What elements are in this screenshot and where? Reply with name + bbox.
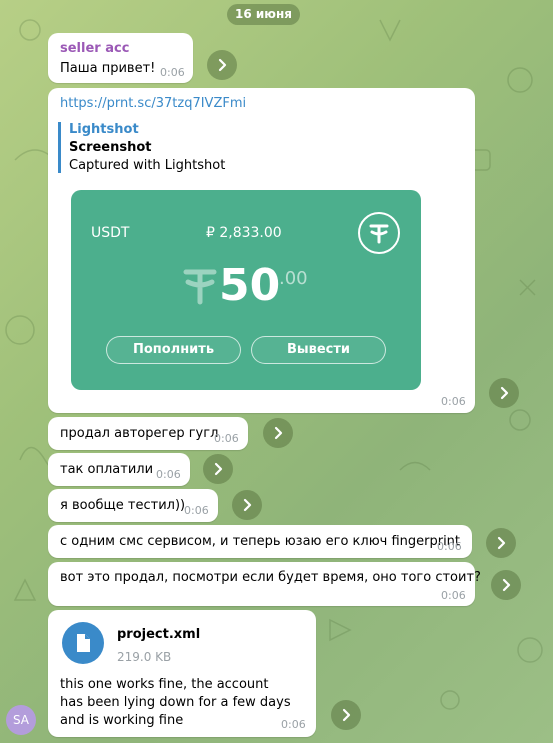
forward-button[interactable] — [486, 528, 516, 558]
message-text: Паша привет! — [60, 61, 156, 76]
preview-site-name: Lightshot — [69, 122, 139, 137]
message-text: вот это продал, посмотри если будет врем… — [60, 570, 481, 585]
card-balance: ₽ 2,833.00 — [206, 225, 282, 241]
sender-name[interactable]: seller acc — [60, 41, 129, 56]
file-name[interactable]: project.xml — [117, 627, 200, 642]
message-time: 0:06 — [184, 504, 209, 517]
message-text: продал авторегер гугл — [60, 426, 219, 441]
deposit-button[interactable]: Пополнить — [106, 336, 241, 364]
link-preview[interactable]: Lightshot Screenshot Captured with Light… — [58, 122, 428, 173]
forward-arrow-icon — [274, 426, 283, 440]
forward-arrow-icon — [214, 462, 223, 476]
document-icon — [77, 634, 90, 652]
forward-button[interactable] — [491, 570, 521, 600]
forward-button[interactable] — [203, 454, 233, 484]
message-bubble[interactable]: я вообще тестил)) 0:06 — [48, 489, 218, 522]
message-text: я вообще тестил)) — [60, 498, 186, 513]
message-bubble[interactable]: seller acc Паша привет! 0:06 — [48, 33, 193, 83]
tether-symbol-icon — [183, 266, 217, 310]
message-bubble[interactable]: вот это продал, посмотри если будет врем… — [48, 562, 481, 606]
tether-logo-icon — [358, 212, 400, 254]
forward-arrow-icon — [243, 498, 252, 512]
file-download-button[interactable] — [62, 622, 104, 664]
message-time: 0:06 — [214, 432, 239, 445]
preview-title: Screenshot — [69, 140, 152, 155]
forward-arrow-icon — [497, 536, 506, 550]
card-amount: 50 — [219, 260, 281, 311]
file-size: 219.0 KB — [117, 650, 172, 664]
message-bubble[interactable]: так оплатили 0:06 — [48, 453, 190, 486]
forward-button[interactable] — [331, 700, 361, 730]
message-text: так оплатили — [60, 462, 154, 477]
preview-image[interactable]: USDT ₽ 2,833.00 50 .00 Пополнить Вывести — [71, 190, 421, 390]
forward-arrow-icon — [218, 58, 227, 72]
message-link[interactable]: https://prnt.sc/37tzq7IVZFmi — [60, 96, 246, 111]
message-time: 0:06 — [441, 589, 466, 602]
message-time: 0:06 — [437, 540, 462, 553]
message-time: 0:06 — [281, 718, 306, 731]
message-time: 0:06 — [160, 66, 185, 79]
date-separator: 16 июня — [227, 4, 300, 25]
message-text: с одним смс сервисом, и теперь юзаю его … — [60, 534, 461, 549]
message-bubble[interactable]: с одним смс сервисом, и теперь юзаю его … — [48, 525, 472, 558]
forward-arrow-icon — [500, 386, 509, 400]
forward-button[interactable] — [207, 50, 237, 80]
forward-button[interactable] — [489, 378, 519, 408]
forward-button[interactable] — [232, 490, 262, 520]
card-currency: USDT — [91, 225, 130, 241]
message-time: 0:06 — [156, 468, 181, 481]
message-bubble[interactable]: продал авторегер гугл 0:06 — [48, 417, 248, 450]
forward-arrow-icon — [502, 578, 511, 592]
forward-arrow-icon — [342, 708, 351, 722]
preview-description: Captured with Lightshot — [69, 158, 226, 173]
message-bubble[interactable]: https://prnt.sc/37tzq7IVZFmi Lightshot S… — [48, 88, 475, 413]
forward-button[interactable] — [263, 418, 293, 448]
message-text: this one works fine, the account has bee… — [60, 677, 291, 728]
avatar[interactable]: SA — [6, 705, 36, 735]
withdraw-button[interactable]: Вывести — [251, 336, 386, 364]
card-amount-decimals: .00 — [279, 268, 308, 289]
message-bubble[interactable]: project.xml 219.0 KB this one works fine… — [48, 610, 316, 737]
message-time: 0:06 — [441, 395, 466, 408]
